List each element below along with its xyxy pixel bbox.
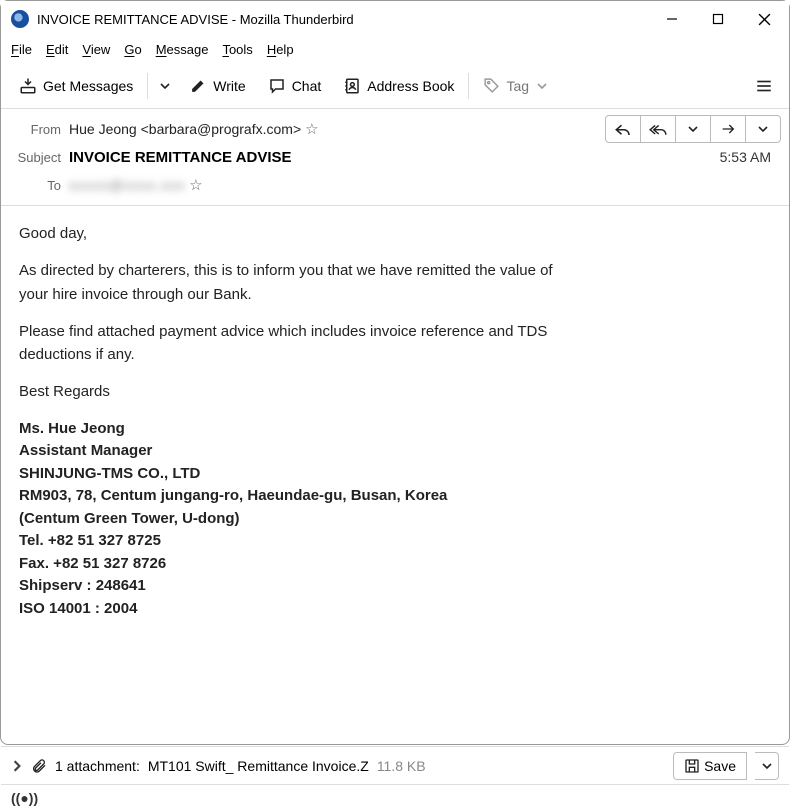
window-title: INVOICE REMITTANCE ADVISE - Mozilla Thun… (37, 12, 649, 27)
message-headers: From Hue Jeong <barbara@prografx.com>☆ S… (1, 109, 789, 206)
to-label: To (1, 178, 69, 193)
menu-tools[interactable]: Tools (222, 42, 252, 57)
menu-view[interactable]: View (82, 42, 110, 57)
online-status-icon[interactable]: ((●)) (11, 790, 38, 806)
pencil-icon (190, 77, 207, 94)
save-icon (684, 758, 700, 774)
write-button[interactable]: Write (180, 69, 255, 103)
message-time: 5:53 AM (720, 149, 777, 165)
menu-file[interactable]: File (11, 42, 32, 57)
message-actions (606, 115, 781, 143)
menu-go[interactable]: Go (124, 42, 141, 57)
from-value[interactable]: Hue Jeong <barbara@prografx.com>☆ (69, 120, 319, 138)
subject-value: INVOICE REMITTANCE ADVISE (69, 149, 292, 166)
save-attachment-button[interactable]: Save (673, 752, 747, 780)
menu-bar: File Edit View Go Message Tools Help (1, 37, 789, 63)
save-dropdown[interactable] (755, 752, 779, 780)
body-paragraph: Please find attached payment advice whic… (19, 320, 599, 367)
expand-attachments-button[interactable] (11, 760, 23, 772)
forward-button[interactable] (710, 115, 746, 143)
body-greeting: Good day, (19, 222, 771, 245)
reply-button[interactable] (605, 115, 641, 143)
chat-icon (268, 77, 286, 95)
thunderbird-icon (11, 10, 29, 28)
close-button[interactable] (741, 3, 787, 35)
menu-edit[interactable]: Edit (46, 42, 68, 57)
get-messages-dropdown[interactable] (152, 69, 178, 103)
attachment-count: 1 attachment: (55, 758, 140, 774)
maximize-button[interactable] (695, 3, 741, 35)
get-messages-button[interactable]: Get Messages (9, 69, 143, 103)
attachment-bar: 1 attachment: MT101 Swift_ Remittance In… (1, 746, 789, 784)
separator (147, 73, 148, 99)
message-body: Good day, As directed by charterers, thi… (1, 206, 789, 746)
download-icon (19, 77, 37, 95)
reply-dropdown[interactable] (675, 115, 711, 143)
address-book-button[interactable]: Address Book (333, 69, 464, 103)
window-titlebar: INVOICE REMITTANCE ADVISE - Mozilla Thun… (1, 1, 789, 37)
tag-icon (483, 77, 500, 94)
status-bar: ((●)) (1, 784, 789, 810)
main-toolbar: Get Messages Write Chat Address Book Tag (1, 63, 789, 109)
menu-help[interactable]: Help (267, 42, 294, 57)
chat-button[interactable]: Chat (258, 69, 332, 103)
attachment-filename[interactable]: MT101 Swift_ Remittance Invoice.Z (148, 758, 369, 774)
subject-label: Subject (1, 150, 69, 165)
address-book-icon (343, 77, 361, 95)
from-label: From (1, 122, 69, 137)
menu-message[interactable]: Message (156, 42, 209, 57)
signature-block: Ms. Hue Jeong Assistant Manager SHINJUNG… (19, 418, 771, 621)
to-value[interactable]: xxxxx@xxxx.xxx☆ (69, 176, 203, 194)
star-icon[interactable]: ☆ (189, 177, 202, 194)
separator (468, 73, 469, 99)
body-regards: Best Regards (19, 380, 771, 403)
paperclip-icon (31, 757, 47, 775)
attachment-size: 11.8 KB (377, 758, 426, 774)
star-icon[interactable]: ☆ (305, 121, 318, 138)
forward-dropdown[interactable] (745, 115, 781, 143)
reply-all-button[interactable] (640, 115, 676, 143)
minimize-button[interactable] (649, 3, 695, 35)
body-paragraph: As directed by charterers, this is to in… (19, 259, 579, 306)
tag-button[interactable]: Tag (473, 69, 557, 103)
app-menu-button[interactable] (747, 69, 781, 103)
